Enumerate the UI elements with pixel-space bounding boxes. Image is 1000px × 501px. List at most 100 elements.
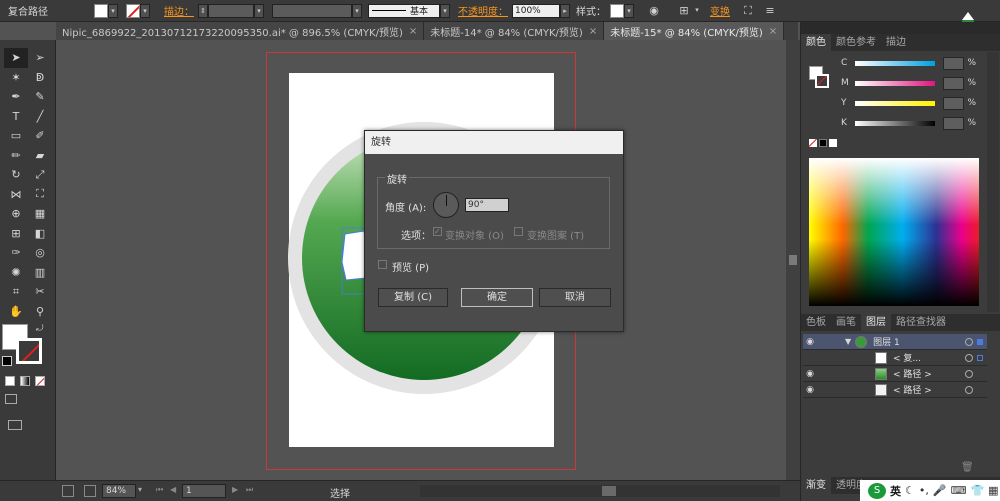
black-value-field[interactable] xyxy=(942,116,965,130)
visibility-eye-icon[interactable]: ◉ xyxy=(803,337,817,347)
pencil-tool-icon[interactable]: ✏ xyxy=(4,146,28,166)
layer-row-path-1[interactable]: ◉ < 路径 > xyxy=(803,366,987,382)
gradient-mode-button[interactable] xyxy=(20,376,30,386)
tab-brushes[interactable]: 画笔 xyxy=(831,314,861,331)
layer-row-compound[interactable]: < 复... xyxy=(803,350,987,366)
close-icon[interactable]: × xyxy=(589,26,597,37)
horizontal-scrollbar-thumb[interactable] xyxy=(602,486,616,496)
none-swatch[interactable] xyxy=(809,139,817,147)
screen-mode-button[interactable] xyxy=(8,420,22,430)
stroke-swatch[interactable] xyxy=(126,3,140,18)
yellow-slider[interactable] xyxy=(854,100,935,106)
blend-tool-icon[interactable]: ◎ xyxy=(28,243,52,263)
tab-document-2[interactable]: 未标题-14* @ 84% (CMYK/预览) × xyxy=(424,22,605,40)
opacity-link[interactable]: 不透明度： xyxy=(458,3,508,18)
color-mode-button[interactable] xyxy=(5,376,15,386)
isolate-icon[interactable]: ⛶ xyxy=(740,3,756,19)
transform-patterns-checkbox[interactable] xyxy=(514,227,523,236)
shape-builder-tool-icon[interactable]: ⊕ xyxy=(4,204,28,224)
transform-objects-checkbox[interactable]: ✓ xyxy=(433,227,442,236)
color-spectrum[interactable] xyxy=(809,158,979,306)
horizontal-scrollbar[interactable] xyxy=(420,485,780,497)
ime-punctuation-icon[interactable]: •, xyxy=(919,484,929,497)
tab-pathfinder[interactable]: 路径查找器 xyxy=(891,314,951,331)
tab-color-guide[interactable]: 颜色参考 xyxy=(831,34,881,51)
canvas-vertical-scrollbar[interactable] xyxy=(786,40,800,480)
target-icon[interactable] xyxy=(965,369,973,378)
tab-color[interactable]: 颜色 xyxy=(801,34,831,51)
variable-width-dropdown-icon[interactable]: ▾ xyxy=(352,3,362,18)
zoom-dropdown-icon[interactable]: ▾ xyxy=(138,485,142,494)
scale-tool-icon[interactable]: ⤢ xyxy=(28,165,52,185)
visibility-eye-icon[interactable]: ◉ xyxy=(803,385,817,395)
magenta-slider[interactable] xyxy=(854,80,935,86)
curvature-tool-icon[interactable]: ✎ xyxy=(28,87,52,107)
delete-layer-icon[interactable]: 🗑 xyxy=(961,462,974,473)
target-icon[interactable] xyxy=(965,353,973,362)
expand-triangle-icon[interactable]: ▼ xyxy=(845,337,851,346)
next-artboard-icon[interactable]: ▶ xyxy=(232,485,238,494)
layer-row-path-2[interactable]: ◉ < 路径 > xyxy=(803,382,987,398)
align-dropdown-icon[interactable]: ▾ xyxy=(692,4,702,18)
ime-mic-icon[interactable]: 🎤 xyxy=(933,484,947,497)
cyan-slider[interactable] xyxy=(854,60,935,66)
tab-stroke[interactable]: 描边 xyxy=(881,34,911,51)
width-tool-icon[interactable]: ⋈ xyxy=(4,185,28,205)
document-setup-icon[interactable]: ◉ xyxy=(646,3,662,19)
artboard-tool-icon[interactable]: ⌗ xyxy=(4,282,28,302)
close-icon[interactable]: × xyxy=(769,26,777,37)
tab-swatches[interactable]: 色板 xyxy=(801,314,831,331)
swap-colors-icon[interactable]: ⤾ xyxy=(36,324,44,334)
eraser-tool-icon[interactable]: ▰ xyxy=(28,146,52,166)
transform-link[interactable]: 变换 xyxy=(710,3,730,18)
ime-skin-icon[interactable]: 👕 xyxy=(970,484,984,497)
gradient-tool-icon[interactable]: ◧ xyxy=(28,224,52,244)
first-artboard-icon[interactable]: ⏮ xyxy=(156,485,163,495)
variable-width-field[interactable] xyxy=(272,3,352,18)
ime-tools-icon[interactable]: ▦ xyxy=(988,484,998,497)
none-mode-button[interactable] xyxy=(35,376,45,386)
default-colors-icon[interactable] xyxy=(2,356,12,366)
drawing-mode-button[interactable] xyxy=(5,394,17,404)
white-swatch[interactable] xyxy=(829,139,837,147)
artboard-nav-icon[interactable] xyxy=(62,485,74,497)
black-slider[interactable] xyxy=(854,120,935,126)
last-artboard-icon[interactable]: ⏭ xyxy=(246,485,253,495)
stroke-weight-field[interactable] xyxy=(208,3,254,18)
free-transform-tool-icon[interactable]: ⛶ xyxy=(28,185,52,205)
opacity-field[interactable]: 100% xyxy=(512,3,560,18)
ok-button[interactable]: 确定 xyxy=(461,288,533,307)
lasso-tool-icon[interactable]: ↁ xyxy=(28,68,52,88)
page-field[interactable]: 1 xyxy=(182,484,226,498)
scrollbar-thumb[interactable] xyxy=(789,255,797,265)
stroke-style-dropdown-icon[interactable]: ▾ xyxy=(440,3,450,18)
line-tool-icon[interactable]: ╱ xyxy=(28,107,52,127)
tab-document-1[interactable]: Nipic_6869922_20130712173220095350.ai* @… xyxy=(56,22,425,40)
close-icon[interactable]: × xyxy=(409,26,417,37)
mesh-tool-icon[interactable]: ⊞ xyxy=(4,224,28,244)
slice-tool-icon[interactable]: ✂ xyxy=(28,282,52,302)
rotate-tool-icon[interactable]: ↻ xyxy=(4,165,28,185)
previous-artboard-icon[interactable]: ◀ xyxy=(170,485,176,494)
eyedropper-tool-icon[interactable]: ✑ xyxy=(4,243,28,263)
cancel-button[interactable]: 取消 xyxy=(539,288,611,307)
column-graph-tool-icon[interactable]: ▥ xyxy=(28,263,52,283)
graphic-style-dropdown-icon[interactable]: ▾ xyxy=(624,3,634,18)
stroke-dropdown-icon[interactable]: ▾ xyxy=(140,3,150,18)
hand-tool-icon[interactable]: ✋ xyxy=(4,302,28,322)
panel-stroke-box[interactable] xyxy=(815,74,829,88)
type-tool-icon[interactable]: T xyxy=(4,107,28,127)
visibility-eye-icon[interactable]: ◉ xyxy=(803,369,817,379)
zoom-tool-icon[interactable]: ⚲ xyxy=(28,302,52,322)
stroke-style-field[interactable]: 基本 xyxy=(368,3,440,18)
magenta-value-field[interactable] xyxy=(942,76,965,90)
magic-wand-tool-icon[interactable]: ✶ xyxy=(4,68,28,88)
fill-swatch[interactable] xyxy=(94,3,108,18)
stroke-weight-stepper[interactable]: ⇕ xyxy=(198,3,208,18)
tab-gradient[interactable]: 渐变 xyxy=(801,477,831,494)
panel-menu-icon[interactable]: ≡ xyxy=(762,3,778,19)
angle-dial[interactable] xyxy=(433,192,459,218)
paintbrush-tool-icon[interactable]: ✐ xyxy=(28,126,52,146)
tab-document-3[interactable]: 未标题-15* @ 84% (CMYK/预览) × xyxy=(604,22,785,40)
export-icon[interactable] xyxy=(84,485,96,497)
